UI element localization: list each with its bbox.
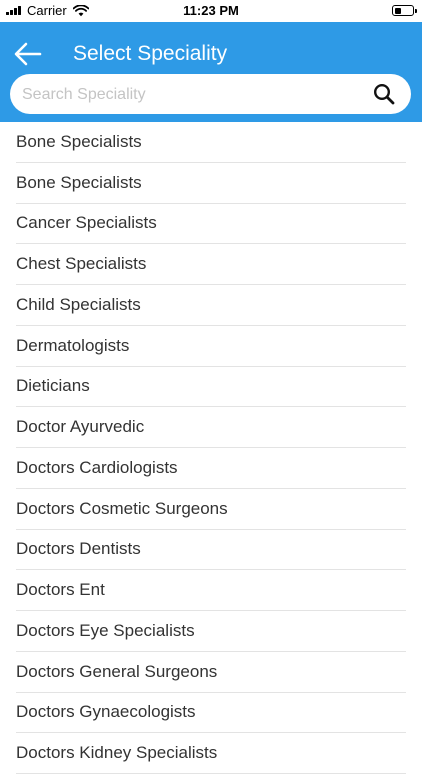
app-header: Select Speciality bbox=[0, 22, 422, 122]
list-item[interactable]: Doctors Dentists bbox=[16, 530, 406, 571]
list-item[interactable]: Doctors Kidney Specialists bbox=[16, 733, 406, 774]
list-item[interactable]: Doctors Eye Specialists bbox=[16, 611, 406, 652]
list-item-label: Doctor Ayurvedic bbox=[16, 417, 145, 437]
list-item-label: Bone Specialists bbox=[16, 172, 142, 192]
list-item[interactable]: Chest Specialists bbox=[16, 244, 406, 285]
search-input[interactable] bbox=[20, 74, 354, 116]
arrow-left-icon[interactable] bbox=[12, 38, 44, 70]
list-item[interactable]: Bone Specialists bbox=[16, 122, 406, 163]
list-item[interactable]: Doctors General Surgeons bbox=[16, 652, 406, 693]
list-item-label: Doctors Cardiologists bbox=[16, 457, 178, 477]
list-item-label: Dieticians bbox=[16, 376, 90, 396]
list-item-label: Doctors Cosmetic Surgeons bbox=[16, 498, 228, 518]
list-item-label: Doctors Eye Specialists bbox=[16, 620, 195, 640]
list-item-label: Doctors Dentists bbox=[16, 539, 141, 559]
list-item[interactable]: Doctor Ayurvedic bbox=[16, 407, 406, 448]
list-item[interactable]: Doctors Ent bbox=[16, 570, 406, 611]
list-item-label: Dermatologists bbox=[16, 335, 130, 355]
list-item[interactable]: Child Specialists bbox=[16, 285, 406, 326]
list-item-label: Cancer Specialists bbox=[16, 213, 157, 233]
speciality-list: Bone Specialists Bone Specialists Cancer S… bbox=[0, 122, 422, 774]
list-item-label: Doctors Gynaecologists bbox=[16, 702, 196, 722]
status-bar: Carrier 11:23 PM bbox=[0, 0, 422, 22]
search-icon[interactable] bbox=[373, 83, 395, 105]
page-title: Select Speciality bbox=[73, 42, 228, 65]
battery-icon bbox=[392, 5, 417, 16]
list-item[interactable]: Dermatologists bbox=[16, 326, 406, 367]
list-item[interactable]: Dieticians bbox=[16, 367, 406, 408]
search-bar bbox=[10, 74, 411, 116]
status-time: 11:23 PM bbox=[183, 3, 239, 18]
list-item[interactable]: Bone Specialists bbox=[16, 163, 406, 204]
list-item-label: Chest Specialists bbox=[16, 254, 147, 274]
list-item-label: Doctors General Surgeons bbox=[16, 661, 218, 681]
list-item[interactable]: Doctors Gynaecologists bbox=[16, 693, 406, 734]
list-item-label: Doctors Kidney Specialists bbox=[16, 743, 218, 763]
list-item-label: Doctors Ent bbox=[16, 580, 105, 600]
list-item[interactable]: Doctors Cosmetic Surgeons bbox=[16, 489, 406, 530]
list-item-label: Child Specialists bbox=[16, 294, 141, 314]
list-item[interactable]: Doctors Cardiologists bbox=[16, 448, 406, 489]
list-item-label: Bone Specialists bbox=[16, 131, 142, 151]
list-item[interactable]: Cancer Specialists bbox=[16, 204, 406, 245]
